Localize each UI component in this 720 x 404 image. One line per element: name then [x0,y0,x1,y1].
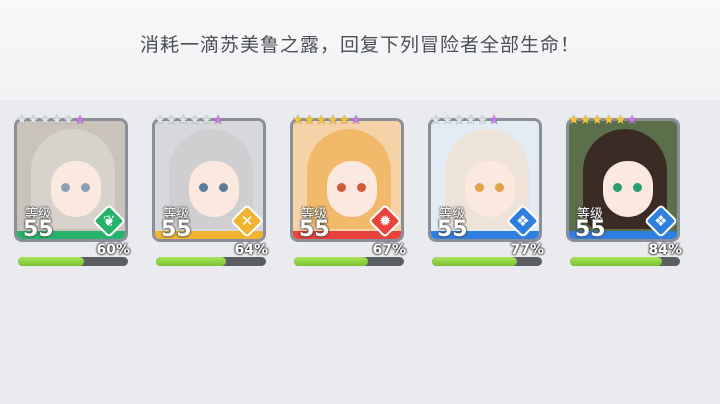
rarity-stars: ★ ★ ★ ★ ★ ★ [154,114,224,128]
star-icon: ★ [441,113,454,128]
rainbow-star-icon: ★ [350,113,362,128]
star-icon: ★ [200,113,213,128]
rainbow-star-icon: ★ [626,113,638,128]
adventurer-card[interactable]: 等级 55 ❖ ★ ★ ★ ★ ★ ★ [426,114,544,244]
star-icon: ★ [338,113,351,128]
rainbow-star-icon: ★ [488,113,500,128]
rarity-stars: ★ ★ ★ ★ ★ ★ [568,114,638,128]
hp-percent: 77% [510,242,544,258]
adventurer-card[interactable]: 等级 55 ✕ ★ ★ ★ ★ ★ ★ [150,114,268,244]
hp-bar-fill [18,257,84,266]
level-value: 55 [437,217,468,242]
hp-bar-fill [432,257,517,266]
adventurer-portrait: 等级 55 ✹ [290,118,404,242]
star-icon: ★ [579,113,592,128]
star-icon: ★ [39,113,51,128]
hp-bar-fill [294,257,368,266]
adventurer-card[interactable]: 等级 55 ❦ ★ ★ ★ ★ ★ ★ [12,114,130,244]
level-value: 55 [161,217,192,242]
heal-message: 消耗一滴苏美鲁之露，回复下列冒险者全部生命！ [139,34,580,56]
star-icon: ★ [614,113,627,128]
hp-percent: 84% [648,242,682,258]
star-icon: ★ [326,113,339,128]
star-icon: ★ [315,113,327,128]
rainbow-star-icon: ★ [212,113,224,128]
hp-percent: 67% [372,242,406,258]
star-icon: ★ [165,113,178,128]
rainbow-star-icon: ★ [74,113,86,128]
adventurer-portrait: 等级 55 ❦ [14,118,128,242]
star-icon: ★ [568,113,580,128]
adventurer-card[interactable]: 等级 55 ❖ ★ ★ ★ ★ ★ ★ [564,114,682,244]
star-icon: ★ [476,113,489,128]
star-icon: ★ [62,113,75,128]
star-icon: ★ [453,113,465,128]
adventurer-portrait: 等级 55 ❖ [428,118,542,242]
hp-bar [432,257,542,266]
hp-bar [570,257,680,266]
level-value: 55 [575,217,606,242]
level-value: 55 [299,217,330,242]
star-icon: ★ [430,113,442,128]
adventurer-card[interactable]: 等级 55 ✹ ★ ★ ★ ★ ★ ★ [288,114,406,244]
star-icon: ★ [16,113,28,128]
hp-bar [156,257,266,266]
star-icon: ★ [303,113,316,128]
rarity-stars: ★ ★ ★ ★ ★ ★ [16,114,86,128]
star-icon: ★ [292,113,304,128]
rarity-stars: ★ ★ ★ ★ ★ ★ [292,114,362,128]
star-icon: ★ [154,113,166,128]
level-value: 55 [23,217,54,242]
star-icon: ★ [188,113,201,128]
adventurer-portrait: 等级 55 ✕ [152,118,266,242]
hp-bar [294,257,404,266]
hp-percent: 64% [234,242,268,258]
star-icon: ★ [464,113,477,128]
rarity-stars: ★ ★ ★ ★ ★ ★ [430,114,500,128]
hp-percent: 60% [96,242,130,258]
star-icon: ★ [177,113,189,128]
star-icon: ★ [50,113,63,128]
hp-bar [18,257,128,266]
hp-bar-fill [156,257,227,266]
star-icon: ★ [27,113,40,128]
star-icon: ★ [602,113,615,128]
hp-bar-fill [570,257,663,266]
adventurer-portrait: 等级 55 ❖ [566,118,680,242]
star-icon: ★ [591,113,603,128]
